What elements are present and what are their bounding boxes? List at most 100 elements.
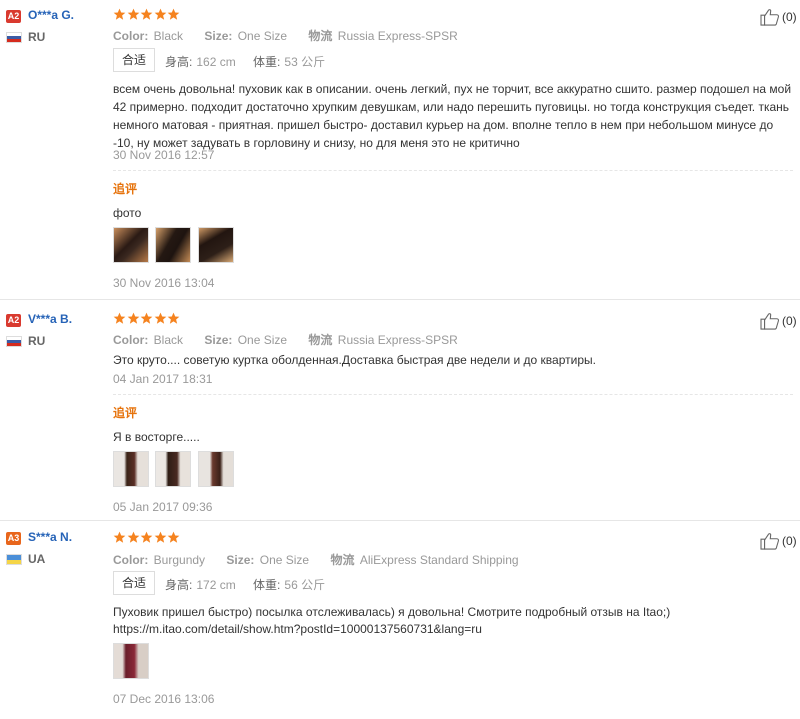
followup-label: 追评: [113, 182, 138, 196]
russia-flag-icon: [6, 32, 22, 43]
order-info: Color: Burgundy Size: One Size 物流 AliExp…: [113, 551, 537, 568]
weight-label: 体重:: [253, 55, 281, 69]
review-item: A3 S***a N. UA Color: Burgundy Size: One…: [0, 521, 800, 719]
review-photo-thumbnail[interactable]: [155, 451, 192, 487]
star-icon: [127, 312, 140, 325]
body-measurements: 身高: 172 cm 体重: 56 公斤: [165, 576, 339, 593]
star-icon: [113, 312, 126, 325]
reviewer-country: RU: [28, 30, 46, 44]
size-value: One Size: [237, 29, 288, 43]
thumbs-up-icon: [760, 532, 780, 550]
helpful-count: (0): [782, 10, 797, 24]
reviewer-info: A2 V***a B. RU: [6, 312, 106, 354]
review-item: A2 O***a G. RU Color: Black Size: One Si…: [0, 0, 800, 300]
review-item: A2 V***a B. RU Color: Black Size: One Si…: [0, 300, 800, 520]
review-text: Пуховик пришел быстро) посылка отслежива…: [113, 605, 671, 619]
weight-label: 体重:: [253, 578, 281, 592]
star-icon: [167, 8, 180, 21]
reviewer-name[interactable]: S***a N.: [28, 530, 72, 544]
weight-value: 56 公斤: [284, 578, 326, 592]
height-value: 162 cm: [196, 55, 236, 69]
followup-date: 30 Nov 2016 13:04: [113, 276, 215, 290]
color-value: Black: [153, 29, 184, 43]
color-label: Color:: [113, 553, 149, 567]
star-icon: [127, 8, 140, 21]
weight-value: 53 公斤: [284, 55, 326, 69]
star-icon: [154, 8, 167, 21]
review-link: https://m.itao.com/detail/show.htm?postI…: [113, 622, 482, 636]
size-value: One Size: [259, 553, 310, 567]
color-label: Color:: [113, 29, 149, 43]
review-photo-thumbnail[interactable]: [197, 227, 234, 263]
helpful-count: (0): [782, 534, 797, 548]
star-icon: [167, 531, 180, 544]
star-rating: [113, 312, 181, 326]
reviewer-country: UA: [28, 552, 46, 566]
order-info: Color: Black Size: One Size 物流 Russia Ex…: [113, 27, 476, 44]
followup-photos: [113, 451, 237, 487]
followup-label: 追评: [113, 406, 138, 420]
helpful-count: (0): [782, 314, 797, 328]
review-photo-thumbnail[interactable]: [113, 451, 149, 487]
star-icon: [127, 531, 140, 544]
height-label: 身高:: [165, 55, 193, 69]
fit-tag: 合适: [113, 48, 155, 72]
helpful-button[interactable]: (0): [760, 312, 797, 330]
body-measurements: 身高: 162 cm 体重: 53 公斤: [165, 53, 339, 70]
star-icon: [140, 8, 153, 21]
color-value: Burgundy: [153, 553, 206, 567]
ukraine-flag-icon: [6, 554, 22, 565]
height-label: 身高:: [165, 578, 193, 592]
buyer-level-badge: A3: [6, 532, 21, 545]
review-photo-thumbnail[interactable]: [113, 227, 149, 263]
height-value: 172 cm: [196, 578, 236, 592]
reviewer-country: RU: [28, 334, 46, 348]
review-photo-thumbnail[interactable]: [113, 643, 149, 679]
color-label: Color:: [113, 333, 149, 347]
thumbs-up-icon: [760, 8, 780, 26]
reviewer-info: A2 O***a G. RU: [6, 8, 106, 50]
followup-text: Я в восторге.....: [113, 430, 200, 444]
review-date: 07 Dec 2016 13:06: [113, 692, 215, 706]
russia-flag-icon: [6, 336, 22, 347]
divider: [113, 394, 793, 395]
size-label: Size:: [204, 29, 233, 43]
reviewer-name[interactable]: V***a B.: [28, 312, 72, 326]
fit-tag: 合适: [113, 571, 155, 595]
review-date: 30 Nov 2016 12:57: [113, 148, 215, 162]
thumbs-up-icon: [760, 312, 780, 330]
shipping-value: Russia Express-SPSR: [337, 333, 458, 347]
review-date: 04 Jan 2017 18:31: [113, 372, 213, 386]
shipping-label: 物流: [308, 29, 333, 43]
star-rating: [113, 8, 181, 22]
buyer-level-badge: A2: [6, 314, 21, 327]
reviewer-info: A3 S***a N. UA: [6, 530, 106, 572]
helpful-button[interactable]: (0): [760, 532, 797, 550]
order-info: Color: Black Size: One Size 物流 Russia Ex…: [113, 331, 476, 348]
review-photos: [113, 643, 152, 679]
followup-date: 05 Jan 2017 09:36: [113, 500, 213, 514]
review-photo-thumbnail[interactable]: [155, 227, 192, 263]
shipping-value: Russia Express-SPSR: [337, 29, 458, 43]
shipping-label: 物流: [308, 333, 333, 347]
star-icon: [113, 531, 126, 544]
size-label: Size:: [226, 553, 255, 567]
helpful-button[interactable]: (0): [760, 8, 797, 26]
star-icon: [167, 312, 180, 325]
color-value: Black: [153, 333, 184, 347]
star-icon: [113, 8, 126, 21]
star-icon: [154, 531, 167, 544]
divider: [113, 170, 793, 171]
shipping-value: AliExpress Standard Shipping: [359, 553, 519, 567]
followup-text: фото: [113, 206, 142, 220]
reviewer-name[interactable]: O***a G.: [28, 8, 74, 22]
shipping-label: 物流: [330, 553, 355, 567]
review-text: всем очень довольна! пуховик как в описа…: [113, 82, 792, 150]
star-icon: [140, 531, 153, 544]
star-icon: [154, 312, 167, 325]
star-rating: [113, 531, 181, 545]
size-label: Size:: [204, 333, 233, 347]
review-photo-thumbnail[interactable]: [197, 451, 234, 487]
star-icon: [140, 312, 153, 325]
size-value: One Size: [237, 333, 288, 347]
